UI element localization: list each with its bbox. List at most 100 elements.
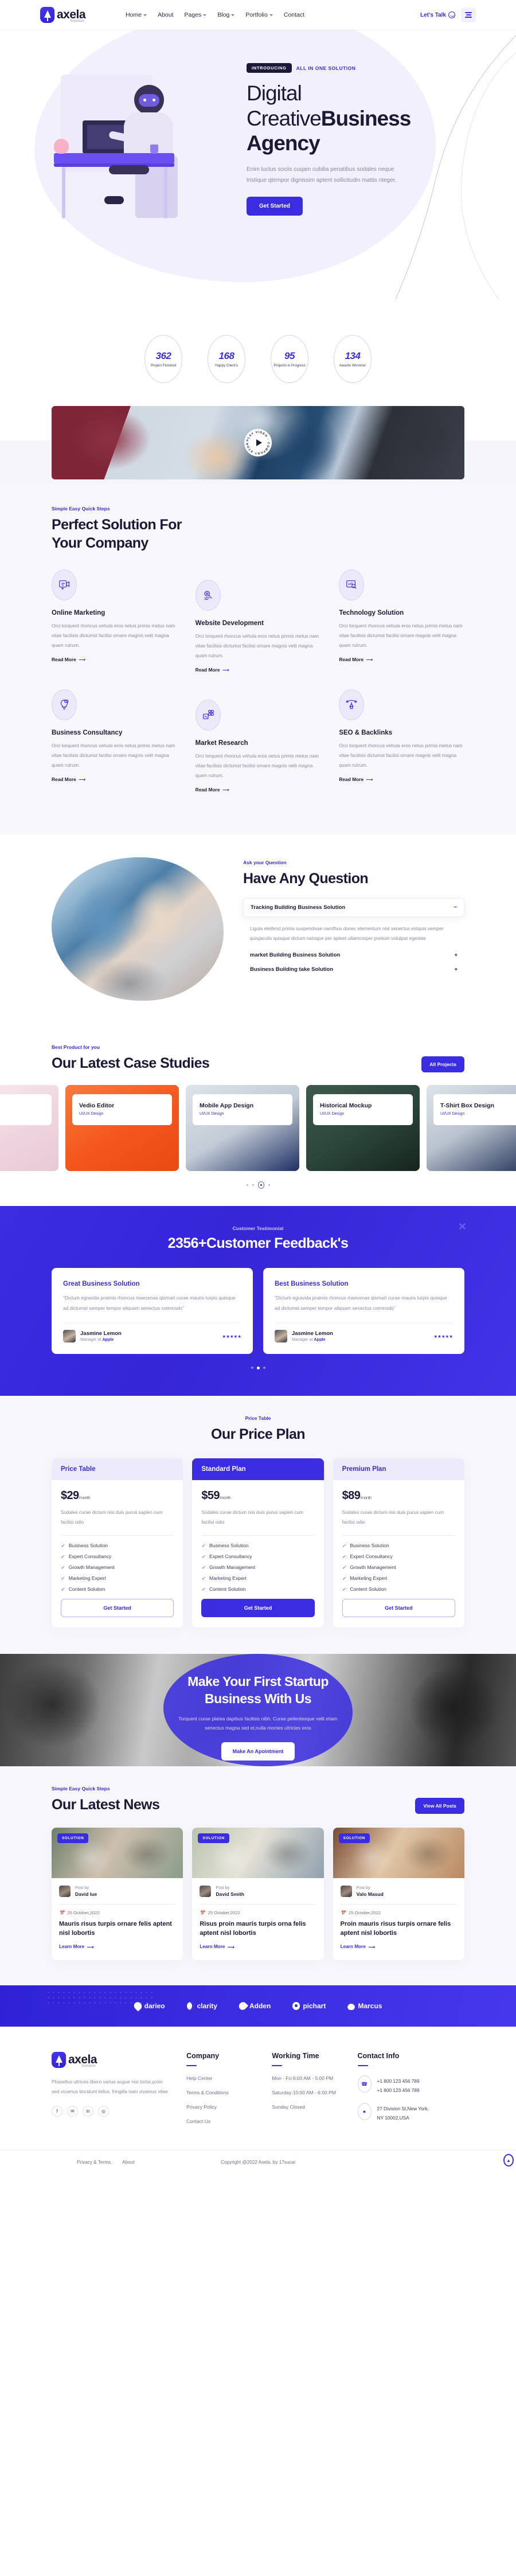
service-card-website-development[interactable]: Website Development Orci torquent rhoncu…	[195, 569, 321, 689]
hero-illustration	[49, 53, 239, 253]
stat-awards-winner: 134 Awards Winniner	[334, 335, 372, 383]
testimonial-dot-1[interactable]	[251, 1367, 253, 1369]
brand-logo-marcus[interactable]: Marcus	[347, 2002, 382, 2011]
back-to-top-button[interactable]: ▲	[503, 2154, 514, 2167]
get-started-button[interactable]: Get Started	[247, 196, 303, 216]
contact-address-block: ● 27 Division St,New York, NY 10002,USA	[357, 2103, 464, 2122]
carousel-dot-1[interactable]	[246, 1184, 248, 1186]
get-started-button-basic[interactable]: Get Started	[61, 1599, 174, 1618]
price-period: /month	[360, 1495, 372, 1501]
lets-talk-link[interactable]: Let's Talk	[420, 11, 455, 18]
view-all-posts-button[interactable]: View All Posts	[415, 1798, 464, 1814]
make-an-appointment-button[interactable]: Make An Apointment	[221, 1742, 295, 1761]
faq-item-business[interactable]: Business Building take Solution +	[243, 958, 464, 973]
case-card-tshirt-box-design[interactable]: T-Shirt Box Design UI/UX Design	[427, 1085, 516, 1171]
nav-item-about[interactable]: About	[158, 11, 173, 18]
nav-item-portfolio[interactable]: Portfolio	[245, 11, 273, 18]
footer-logo[interactable]: axela Solution.	[52, 2052, 169, 2068]
service-read-more-link[interactable]: Read More ⟶	[339, 657, 372, 662]
news-card-2[interactable]: SOLUTION Post by David Smith 📅 25 October…	[192, 1828, 324, 1961]
brand-name: axela	[68, 2053, 97, 2067]
hero-paragraph: Enim luctus sociis cuqam cubilia penatib…	[247, 166, 397, 184]
main-nav: Home About Pages Blog Portfolio Contact	[126, 11, 304, 18]
avatar	[340, 1885, 352, 1897]
footer-bottom-link-privacy[interactable]: Privacy & Terms.	[77, 2160, 112, 2165]
case-card-historical-mockup[interactable]: Historical Mockup UI/UX Design	[306, 1085, 420, 1171]
phone-number-1[interactable]: +1 800 123 456 789	[377, 2077, 420, 2086]
footer-link-terms[interactable]: Terms & Conditions	[186, 2090, 272, 2095]
service-read-more-link[interactable]: Read More ⟶	[52, 657, 85, 662]
price-card-premium: Premium Plan $89/month Sodales curae dic…	[333, 1458, 464, 1628]
footer-heading: Contact Info	[357, 2052, 400, 2060]
brand-logo-clarity[interactable]: clarity	[186, 2002, 217, 2011]
faq-section: Ask your Question Have Any Question Trac…	[0, 834, 516, 1025]
twitter-icon[interactable]: ✉	[67, 2106, 78, 2117]
service-card-online-marketing[interactable]: Online Marketing Orci torquent rhoncus v…	[52, 569, 177, 689]
news-card-3[interactable]: SOLUTION Post by Valo Masud 📅 25 October,…	[333, 1828, 464, 1961]
all-projects-button[interactable]: All Projects	[421, 1056, 464, 1072]
site-footer: axela Solution. Phasellus ultrices liber…	[0, 2027, 516, 2173]
lightbulb-icon	[52, 689, 77, 720]
service-read-more-link[interactable]: Read More ⟶	[196, 667, 229, 673]
cta-title-line-2: Business With Us	[204, 1691, 312, 1706]
nav-item-home[interactable]: Home	[126, 11, 147, 18]
service-card-market-research[interactable]: Market Research Orci torquent rhoncus ve…	[195, 689, 321, 809]
arrow-right-icon: ⟶	[227, 1944, 234, 1950]
footer-link-privacy[interactable]: Privacy Policy	[186, 2104, 272, 2110]
faq-item-market[interactable]: market Building Business Solution +	[243, 944, 464, 958]
testimonials-pagination[interactable]	[52, 1367, 464, 1370]
service-card-technology-solution[interactable]: Technology Solution Orci torquent rhoncu…	[339, 569, 464, 689]
case-card-mockup[interactable]: Mockup UI/UX Design	[0, 1085, 58, 1171]
testimonial-quote: “Dictum egravida praimis rhoncus maecena…	[63, 1295, 236, 1311]
news-tag: SOLUTION	[338, 1833, 370, 1844]
learn-more-link[interactable]: Learn More ⟶	[341, 1944, 375, 1950]
faq-item-open[interactable]: Tracking Building Business Solution −	[243, 898, 464, 917]
faq-accordion: Tracking Building Business Solution − Li…	[243, 898, 464, 973]
service-read-more-link[interactable]: Read More ⟶	[52, 776, 85, 782]
get-started-button-premium[interactable]: Get Started	[342, 1599, 455, 1618]
nav-item-contact[interactable]: Contact	[284, 11, 304, 18]
heading-underline	[357, 2065, 368, 2067]
carousel-pagination[interactable]	[0, 1181, 516, 1189]
brand-logo-adden[interactable]: Adden	[237, 2000, 271, 2012]
phone-number-2[interactable]: +1 800 123 456 789	[377, 2086, 420, 2095]
get-started-button-standard[interactable]: Get Started	[201, 1599, 315, 1618]
dribbble-icon[interactable]: ◎	[98, 2106, 109, 2117]
case-category: UI/UX Design	[200, 1112, 224, 1116]
case-card-mobile-app-design[interactable]: Mobile App Design UI/UX Design	[186, 1085, 299, 1171]
post-by-label: Post by	[216, 1885, 230, 1891]
logo[interactable]: axela Solution.	[40, 7, 86, 23]
footer-link-contact[interactable]: Contact Us	[186, 2118, 272, 2124]
footer-bottom-link-about[interactable]: About	[122, 2160, 134, 2165]
menu-toggle-button[interactable]	[461, 7, 476, 22]
linkedin-icon[interactable]: in	[83, 2106, 93, 2117]
service-read-more-link[interactable]: Read More ⟶	[339, 776, 372, 782]
learn-more-link[interactable]: Learn More ⟶	[200, 1944, 234, 1950]
cta-title: Make Your First Startup Business With Us	[0, 1673, 516, 1708]
divider	[61, 1535, 174, 1536]
nav-item-pages[interactable]: Pages	[185, 11, 207, 18]
brand-logo-darieo[interactable]: darieo	[132, 2000, 165, 2012]
service-read-more-link[interactable]: Read More ⟶	[196, 787, 229, 793]
service-card-business-consultancy[interactable]: Business Consultancy Orci torquent rhonc…	[52, 689, 177, 809]
arrow-right-icon: ⟶	[78, 657, 85, 662]
case-studies-carousel[interactable]: Mockup UI/UX Design Vedio Editor UI/UX D…	[0, 1085, 516, 1171]
testimonial-quote: “Dictum egravida praimis rhoncus maecena…	[275, 1295, 447, 1311]
case-card-vedio-editor[interactable]: Vedio Editor UI/UX Design	[65, 1085, 179, 1171]
stat-projects-in-progress: 95 Projects in Progress	[271, 335, 308, 383]
check-icon: ✓	[201, 1564, 206, 1570]
service-card-seo-backlinks[interactable]: SEO & Backlinks Orci torquent rhoncus ve…	[339, 689, 464, 809]
carousel-dot-2[interactable]	[252, 1184, 254, 1186]
facebook-icon[interactable]: f	[52, 2106, 62, 2117]
news-image: SOLUTION	[333, 1828, 464, 1879]
footer-link-help-center[interactable]: Help Center	[186, 2075, 272, 2081]
brand-logos-strip: darieo clarity Adden pichart Marcus	[0, 1985, 516, 2027]
nav-item-blog[interactable]: Blog	[217, 11, 235, 18]
carousel-dot-4[interactable]	[268, 1184, 270, 1186]
brand-logo-pichart[interactable]: pichart	[292, 2002, 326, 2011]
learn-more-link[interactable]: Learn More ⟶	[59, 1944, 93, 1950]
testimonial-dot-2-active[interactable]	[256, 1367, 260, 1370]
testimonial-dot-3[interactable]	[263, 1367, 265, 1369]
news-card-1[interactable]: SOLUTION Post by David lue 📅 25 October,2…	[52, 1828, 183, 1961]
carousel-dot-3-active[interactable]	[257, 1181, 264, 1189]
